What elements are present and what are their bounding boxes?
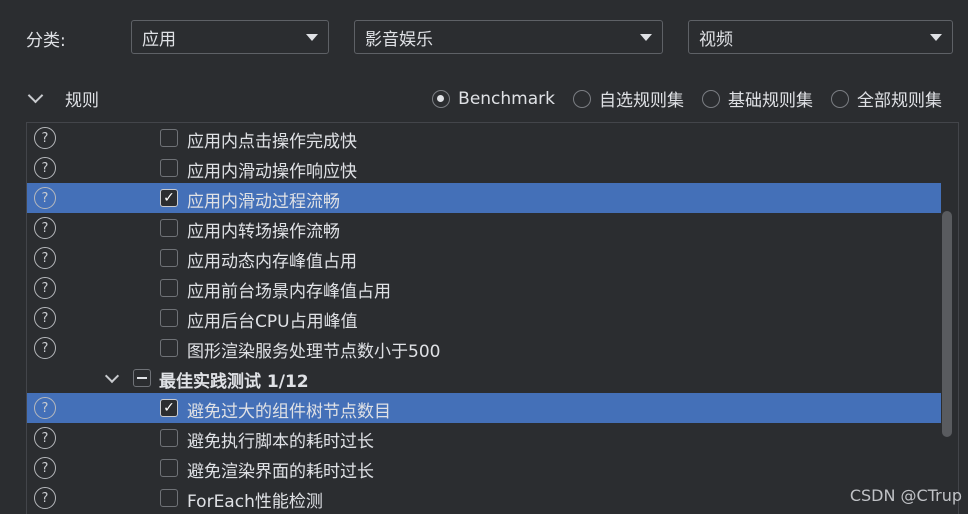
rule-checkbox[interactable] (160, 219, 178, 237)
rule-checkbox[interactable] (160, 429, 178, 447)
rule-label: 应用内转场操作流畅 (187, 222, 340, 242)
ruleset-radio-3[interactable]: 全部规则集 (831, 86, 942, 111)
type-select-value: 视频 (699, 29, 733, 50)
subcategory-select[interactable]: 影音娱乐 (354, 20, 663, 54)
rule-checkbox[interactable] (160, 339, 178, 357)
rule-row[interactable]: ? ✓ 避免过大的组件树节点数目 (27, 393, 941, 423)
rule-row[interactable]: ? 应用内点击操作完成快 (27, 123, 941, 153)
subcategory-select-value: 影音娱乐 (365, 29, 433, 50)
rule-row[interactable]: ? 应用内转场操作流畅 (27, 213, 941, 243)
group-checkbox[interactable] (133, 369, 151, 387)
rule-label: 应用内点击操作完成快 (187, 132, 357, 152)
category-label: 分类: (26, 31, 66, 51)
rule-checkbox[interactable] (160, 249, 178, 267)
rule-row[interactable]: ? 应用动态内存峰值占用 (27, 243, 941, 273)
category-select[interactable]: 应用 (131, 20, 329, 54)
rule-row[interactable]: ? 应用前台场景内存峰值占用 (27, 273, 941, 303)
rule-checkbox[interactable] (160, 489, 178, 507)
group-label: 最佳实践测试 1/12 (159, 372, 309, 392)
rule-label: 应用内滑动操作响应快 (187, 162, 357, 182)
radio-button-icon (573, 89, 591, 108)
radio-button-icon (831, 89, 849, 108)
help-icon[interactable]: ? (34, 127, 56, 149)
rules-tree: ? 应用内点击操作完成快? 应用内滑动操作响应快? ✓ 应用内滑动过程流畅? 应用内转场操… (26, 122, 959, 514)
rule-label: 应用前台场景内存峰值占用 (187, 282, 391, 302)
ruleset-radio-label: 基础规则集 (728, 91, 813, 111)
ruleset-radio-group: Benchmark 自选规则集 基础规则集 全部规则集 (432, 86, 942, 111)
watermark: CSDN @CTrup (849, 486, 962, 505)
rule-checkbox[interactable]: ✓ (160, 189, 178, 207)
rule-row[interactable]: ? 应用内滑动操作响应快 (27, 153, 941, 183)
rule-checkbox[interactable] (160, 459, 178, 477)
ruleset-radio-0[interactable]: Benchmark (432, 89, 555, 109)
help-icon[interactable]: ? (34, 427, 56, 449)
ruleset-radio-2[interactable]: 基础规则集 (702, 86, 813, 111)
rule-label: ForEach性能检测 (187, 492, 323, 512)
help-icon[interactable]: ? (34, 457, 56, 479)
help-icon[interactable]: ? (34, 277, 56, 299)
type-select[interactable]: 视频 (688, 20, 953, 54)
rule-checkbox[interactable] (160, 159, 178, 177)
dropdown-arrow-icon (930, 33, 942, 41)
rule-label: 图形渲染服务处理节点数小于500 (187, 342, 441, 362)
help-icon[interactable]: ? (34, 247, 56, 269)
ruleset-radio-1[interactable]: 自选规则集 (573, 86, 684, 111)
rule-row[interactable]: ? 图形渲染服务处理节点数小于500 (27, 333, 941, 363)
ruleset-radio-label: 自选规则集 (599, 91, 684, 111)
rule-row[interactable]: ? 避免执行脚本的耗时过长 (27, 423, 941, 453)
rule-row[interactable]: ? ✓ 应用内滑动过程流畅 (27, 183, 941, 213)
help-icon[interactable]: ? (34, 337, 56, 359)
rules-section-toggle[interactable]: 规则 (27, 86, 99, 111)
group-row[interactable]: 最佳实践测试 1/12 (27, 363, 941, 393)
category-select-value: 应用 (142, 29, 176, 50)
rule-checkbox[interactable] (160, 129, 178, 147)
help-icon[interactable]: ? (34, 187, 56, 209)
radio-button-icon (702, 89, 720, 108)
rule-label: 应用后台CPU占用峰值 (187, 312, 358, 332)
rules-section-title: 规则 (65, 91, 99, 111)
rule-label: 应用内滑动过程流畅 (187, 192, 340, 212)
help-icon[interactable]: ? (34, 157, 56, 179)
chevron-down-icon (27, 87, 44, 104)
rule-row[interactable]: ? 应用后台CPU占用峰值 (27, 303, 941, 333)
scrollbar-thumb[interactable] (942, 211, 952, 437)
help-icon[interactable]: ? (34, 217, 56, 239)
radio-button-icon (432, 89, 451, 108)
rule-checkbox[interactable] (160, 309, 178, 327)
ruleset-radio-label: 全部规则集 (857, 91, 942, 111)
ruleset-radio-label: Benchmark (458, 88, 555, 109)
help-icon[interactable]: ? (34, 487, 56, 509)
chevron-down-icon[interactable] (104, 368, 120, 384)
rule-label: 避免过大的组件树节点数目 (187, 402, 391, 422)
dropdown-arrow-icon (306, 33, 318, 41)
rule-checkbox[interactable] (160, 279, 178, 297)
dropdown-arrow-icon (640, 33, 652, 41)
rule-row[interactable]: ? 避免渲染界面的耗时过长 (27, 453, 941, 483)
help-icon[interactable]: ? (34, 397, 56, 419)
help-icon[interactable]: ? (34, 307, 56, 329)
rule-label: 避免执行脚本的耗时过长 (187, 432, 374, 452)
rule-row[interactable]: ? ForEach性能检测 (27, 483, 941, 513)
rule-label: 应用动态内存峰值占用 (187, 252, 357, 272)
rule-label: 避免渲染界面的耗时过长 (187, 462, 374, 482)
rule-checkbox[interactable]: ✓ (160, 399, 178, 417)
